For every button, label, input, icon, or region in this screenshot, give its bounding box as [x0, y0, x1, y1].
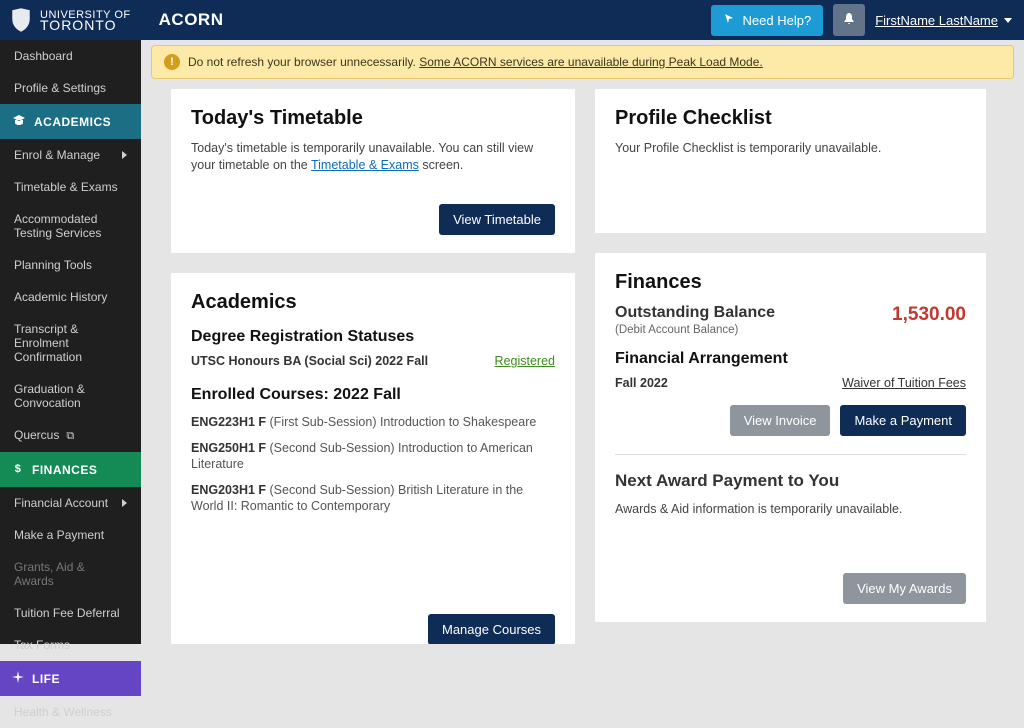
university-name: UNIVERSITY OF TORONTO — [40, 10, 131, 30]
timetable-card: Today's Timetable Today's timetable is t… — [171, 89, 575, 253]
help-pointer-icon — [723, 12, 737, 29]
academics-card: Academics Degree Registration Statuses U… — [171, 273, 575, 644]
sidebar-item-make-payment[interactable]: Make a Payment — [0, 519, 141, 551]
chevron-right-icon — [122, 151, 127, 159]
fa-value-link[interactable]: Waiver of Tuition Fees — [842, 376, 966, 390]
chevron-right-icon — [122, 499, 127, 507]
sidebar-item-quercus[interactable]: Quercus ⧉ — [0, 419, 141, 452]
sidebar-item-academic-history[interactable]: Academic History — [0, 281, 141, 313]
warning-link[interactable]: Some ACORN services are unavailable duri… — [419, 55, 763, 69]
external-link-icon: ⧉ — [63, 430, 74, 442]
shield-icon — [10, 7, 32, 33]
sparkle-icon — [12, 671, 24, 686]
course-row: ENG223H1 F (First Sub-Session) Introduct… — [191, 414, 555, 430]
view-my-awards-button[interactable]: View My Awards — [843, 573, 966, 604]
balance-amount: 1,530.00 — [892, 304, 966, 326]
profile-checklist-card: Profile Checklist Your Profile Checklist… — [595, 89, 986, 233]
financial-arrangement-title: Financial Arrangement — [615, 350, 966, 368]
balance-sublabel: (Debit Account Balance) — [615, 324, 775, 336]
sidebar-item-grants-aid-awards[interactable]: Grants, Aid & Awards — [0, 551, 141, 597]
notifications-button[interactable] — [833, 4, 865, 36]
user-menu[interactable]: FirstName LastName — [875, 13, 1012, 28]
sidebar-item-tax-forms[interactable]: Tax Forms — [0, 629, 141, 661]
top-header: UNIVERSITY OF TORONTO ACORN Need Help? F… — [0, 0, 1024, 40]
balance-row: Outstanding Balance (Debit Account Balan… — [615, 304, 966, 336]
profile-checklist-body: Your Profile Checklist is temporarily un… — [615, 140, 966, 157]
content-area: ! Do not refresh your browser unnecessar… — [141, 40, 1024, 644]
sidebar-section-life: LIFE — [0, 661, 141, 696]
sidebar-item-transcript-enrolment[interactable]: Transcript & Enrolment Confirmation — [0, 313, 141, 373]
program-name: UTSC Honours BA (Social Sci) 2022 Fall — [191, 354, 428, 368]
registration-status[interactable]: Registered — [495, 354, 555, 368]
award-body: Awards & Aid information is temporarily … — [615, 501, 966, 518]
sidebar-item-profile-settings[interactable]: Profile & Settings — [0, 72, 141, 104]
sidebar-item-financial-account[interactable]: Financial Account — [0, 487, 141, 519]
warning-icon: ! — [164, 54, 180, 70]
graduation-cap-icon — [12, 114, 26, 129]
profile-checklist-title: Profile Checklist — [615, 107, 966, 130]
sidebar-item-timetable-exams[interactable]: Timetable & Exams — [0, 171, 141, 203]
view-invoice-button[interactable]: View Invoice — [730, 405, 831, 436]
next-award-title: Next Award Payment to You — [615, 471, 966, 491]
enrolled-courses-title: Enrolled Courses: 2022 Fall — [191, 386, 555, 404]
academics-title: Academics — [191, 291, 555, 314]
timetable-title: Today's Timetable — [191, 107, 555, 130]
warning-banner: ! Do not refresh your browser unnecessar… — [151, 45, 1014, 79]
course-row: ENG250H1 F (Second Sub-Session) Introduc… — [191, 440, 555, 472]
balance-label: Outstanding Balance — [615, 304, 775, 322]
timetable-exams-link[interactable]: Timetable & Exams — [311, 158, 419, 172]
sidebar: Dashboard Profile & Settings ACADEMICS E… — [0, 40, 141, 644]
make-payment-button[interactable]: Make a Payment — [840, 405, 966, 436]
dollar-icon: $ — [12, 462, 24, 477]
degree-reg-title: Degree Registration Statuses — [191, 328, 555, 346]
need-help-button[interactable]: Need Help? — [711, 5, 824, 36]
bell-icon — [842, 12, 856, 29]
sidebar-section-finances: $ FINANCES — [0, 452, 141, 487]
view-timetable-button[interactable]: View Timetable — [439, 204, 555, 235]
manage-courses-button[interactable]: Manage Courses — [428, 614, 555, 644]
financial-arrangement-row: Fall 2022 Waiver of Tuition Fees — [615, 376, 966, 390]
sidebar-item-tuition-fee-deferral[interactable]: Tuition Fee Deferral — [0, 597, 141, 629]
degree-reg-row: UTSC Honours BA (Social Sci) 2022 Fall R… — [191, 354, 555, 368]
warning-text: Do not refresh your browser unnecessaril… — [188, 55, 419, 69]
finances-card: Finances Outstanding Balance (Debit Acco… — [595, 253, 986, 622]
sidebar-item-enrol-manage[interactable]: Enrol & Manage — [0, 139, 141, 171]
sidebar-section-academics: ACADEMICS — [0, 104, 141, 139]
sidebar-item-planning-tools[interactable]: Planning Tools — [0, 249, 141, 281]
svg-text:$: $ — [15, 463, 22, 474]
sidebar-item-accommodated-testing[interactable]: Accommodated Testing Services — [0, 203, 141, 249]
university-logo: UNIVERSITY OF TORONTO — [10, 7, 131, 33]
course-row: ENG203H1 F (Second Sub-Session) British … — [191, 482, 555, 514]
app-title: ACORN — [159, 10, 224, 30]
sidebar-item-health-wellness[interactable]: Health & Wellness — [0, 696, 141, 728]
sidebar-item-graduation-convocation[interactable]: Graduation & Convocation — [0, 373, 141, 419]
finances-title: Finances — [615, 271, 966, 294]
sidebar-item-dashboard[interactable]: Dashboard — [0, 40, 141, 72]
timetable-body: Today's timetable is temporarily unavail… — [191, 140, 555, 174]
caret-down-icon — [1004, 18, 1012, 23]
fa-term: Fall 2022 — [615, 376, 668, 390]
